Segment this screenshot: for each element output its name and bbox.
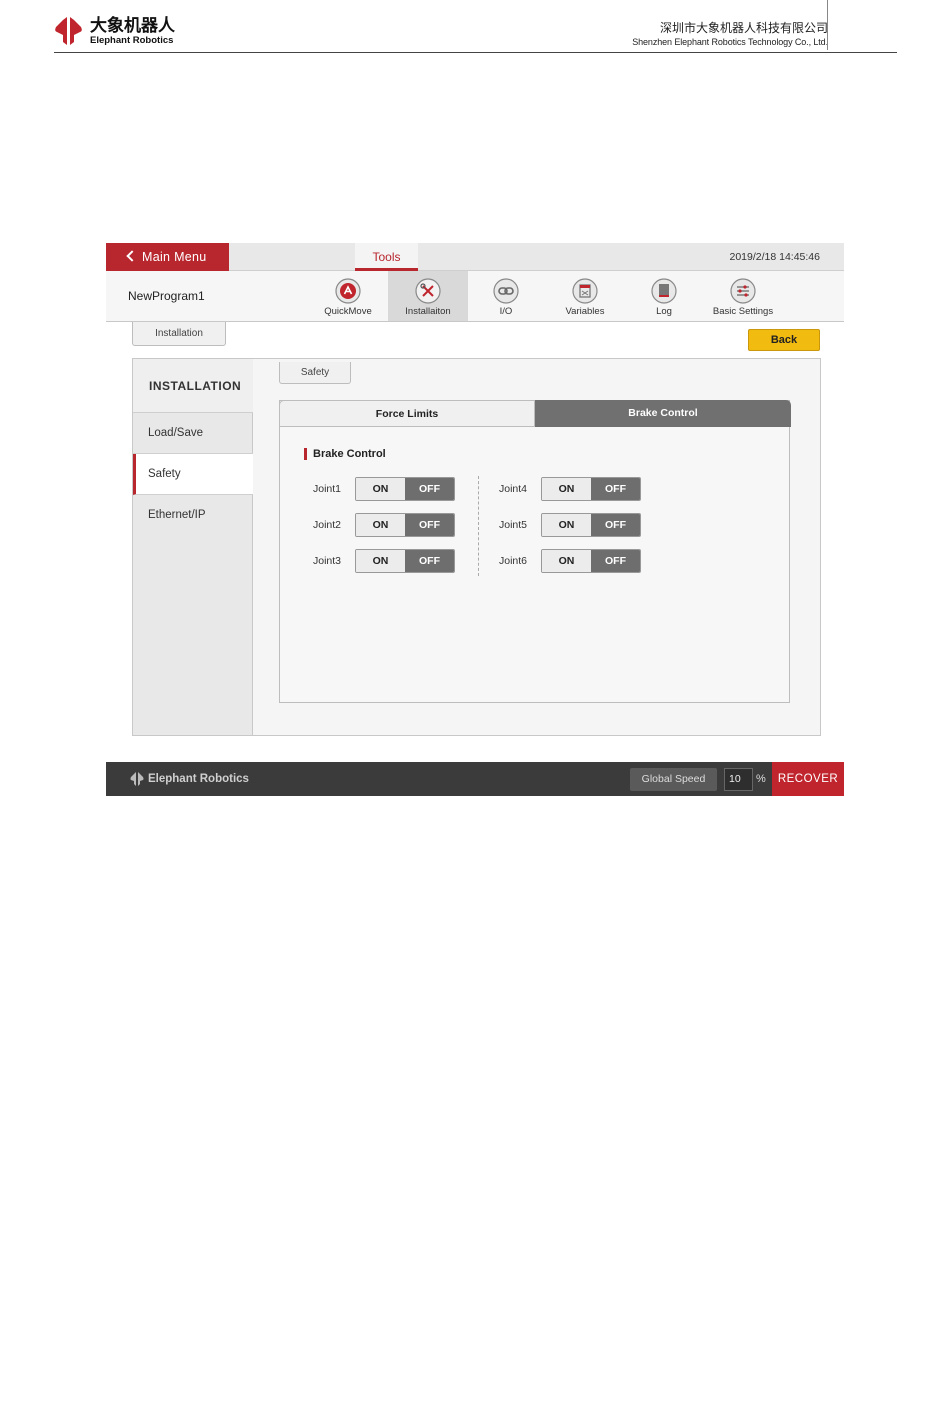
brake-control-card: Force Limits Brake Control Brake Control… [279, 400, 791, 703]
tool-log[interactable]: Log [624, 271, 704, 321]
joint6-brake-toggle: ON OFF [541, 549, 641, 573]
segment-force-limits[interactable]: Force Limits [279, 400, 535, 427]
global-speed-unit: % [756, 773, 766, 785]
sidebar-item-ethernet-ip[interactable]: Ethernet/IP [133, 495, 253, 536]
program-name: NewProgram1 [128, 289, 205, 303]
top-bar: Main Menu Tools 2019/2/18 14:45:46 [106, 243, 844, 271]
sidebar-item-load-save[interactable]: Load/Save [133, 413, 253, 454]
installation-panel: INSTALLATION Load/Save Safety Ethernet/I… [132, 358, 821, 736]
tool-label: I/O [499, 306, 513, 317]
tool-label: Variables [565, 306, 605, 317]
joint-label: Joint3 [313, 555, 342, 567]
elephant-logo-icon [130, 772, 144, 786]
company-name: 深圳市大象机器人科技有限公司 Shenzhen Elephant Robotic… [632, 21, 828, 48]
footer-brand-text: Elephant Robotics [148, 773, 249, 785]
joint-label: Joint4 [499, 483, 528, 495]
company-logo: 大象机器人 Elephant Robotics [54, 15, 175, 47]
column-divider [478, 476, 479, 576]
settings-sliders-icon [730, 278, 756, 304]
recover-button[interactable]: RECOVER [772, 762, 844, 796]
joint5-brake-toggle: ON OFF [541, 513, 641, 537]
on-button[interactable]: ON [356, 550, 405, 572]
tool-variables[interactable]: Variables [545, 271, 625, 321]
on-button[interactable]: ON [542, 550, 591, 572]
joint3-brake-toggle: ON OFF [355, 549, 455, 573]
variables-icon [572, 278, 598, 304]
tab-safety[interactable]: Safety [279, 362, 351, 384]
robot-app-screen: Main Menu Tools 2019/2/18 14:45:46 NewPr… [106, 243, 844, 796]
sidebar-title: INSTALLATION [133, 359, 253, 413]
log-icon [651, 278, 677, 304]
tool-label: Installaiton [405, 306, 451, 317]
tool-label: Basic Settings [712, 306, 774, 317]
tool-io[interactable]: I/O [466, 271, 546, 321]
tool-basic-settings[interactable]: Basic Settings [703, 271, 783, 321]
datetime-display: 2019/2/18 14:45:46 [729, 251, 820, 263]
company-name-chinese: 深圳市大象机器人科技有限公司 [659, 21, 828, 35]
tools-icon [415, 278, 441, 304]
logo-chinese-text: 大象机器人 [90, 15, 175, 36]
company-name-english: Shenzhen Elephant Robotics Technology Co… [632, 37, 828, 47]
off-button[interactable]: OFF [405, 478, 454, 500]
tab-installation[interactable]: Installation [132, 322, 226, 346]
sidebar-item-safety[interactable]: Safety [133, 454, 254, 495]
tab-tools[interactable]: Tools [355, 243, 418, 271]
brake-control-heading: Brake Control [304, 448, 386, 461]
joint4-brake-toggle: ON OFF [541, 477, 641, 501]
on-button[interactable]: ON [542, 478, 591, 500]
joint-label: Joint1 [313, 483, 342, 495]
off-button[interactable]: OFF [591, 514, 640, 536]
off-button[interactable]: OFF [405, 550, 454, 572]
tool-quickmove[interactable]: QuickMove [308, 271, 388, 321]
joint2-brake-toggle: ON OFF [355, 513, 455, 537]
segment-control: Force Limits Brake Control [279, 400, 791, 427]
joint-label: Joint5 [499, 519, 528, 531]
tool-label: QuickMove [324, 306, 372, 317]
elephant-logo-icon [55, 17, 82, 45]
header-divider [827, 0, 828, 50]
joint-label: Joint2 [313, 519, 342, 531]
joint1-brake-toggle: ON OFF [355, 477, 455, 501]
back-button[interactable]: Back [748, 329, 820, 351]
chevron-left-icon [126, 250, 138, 262]
quickmove-icon [335, 278, 361, 304]
footer-brand: Elephant Robotics [130, 762, 249, 796]
on-button[interactable]: ON [542, 514, 591, 536]
global-speed-label: Global Speed [630, 768, 717, 791]
tool-label: Log [656, 306, 672, 317]
main-menu-button[interactable]: Main Menu [106, 243, 229, 271]
on-button[interactable]: ON [356, 478, 405, 500]
status-footer: Elephant Robotics Global Speed 10 % RECO… [106, 762, 844, 796]
logo-english-text: Elephant Robotics [90, 34, 174, 46]
segment-brake-control[interactable]: Brake Control [535, 400, 791, 427]
tool-installation[interactable]: Installaiton [388, 271, 468, 321]
document-header: 大象机器人 Elephant Robotics 深圳市大象机器人科技有限公司 S… [54, 0, 897, 53]
installation-sidebar: INSTALLATION Load/Save Safety Ethernet/I… [133, 359, 254, 735]
on-button[interactable]: ON [356, 514, 405, 536]
safety-content: Safety Force Limits Brake Control Brake … [253, 359, 820, 735]
main-menu-label: Main Menu [142, 250, 207, 264]
off-button[interactable]: OFF [591, 550, 640, 572]
global-speed-input[interactable]: 10 [724, 768, 753, 791]
off-button[interactable]: OFF [405, 514, 454, 536]
tools-toolbar: NewProgram1 QuickMove Installaiton I/O V… [106, 271, 844, 322]
io-icon [493, 278, 519, 304]
joint-label: Joint6 [499, 555, 528, 567]
off-button[interactable]: OFF [591, 478, 640, 500]
